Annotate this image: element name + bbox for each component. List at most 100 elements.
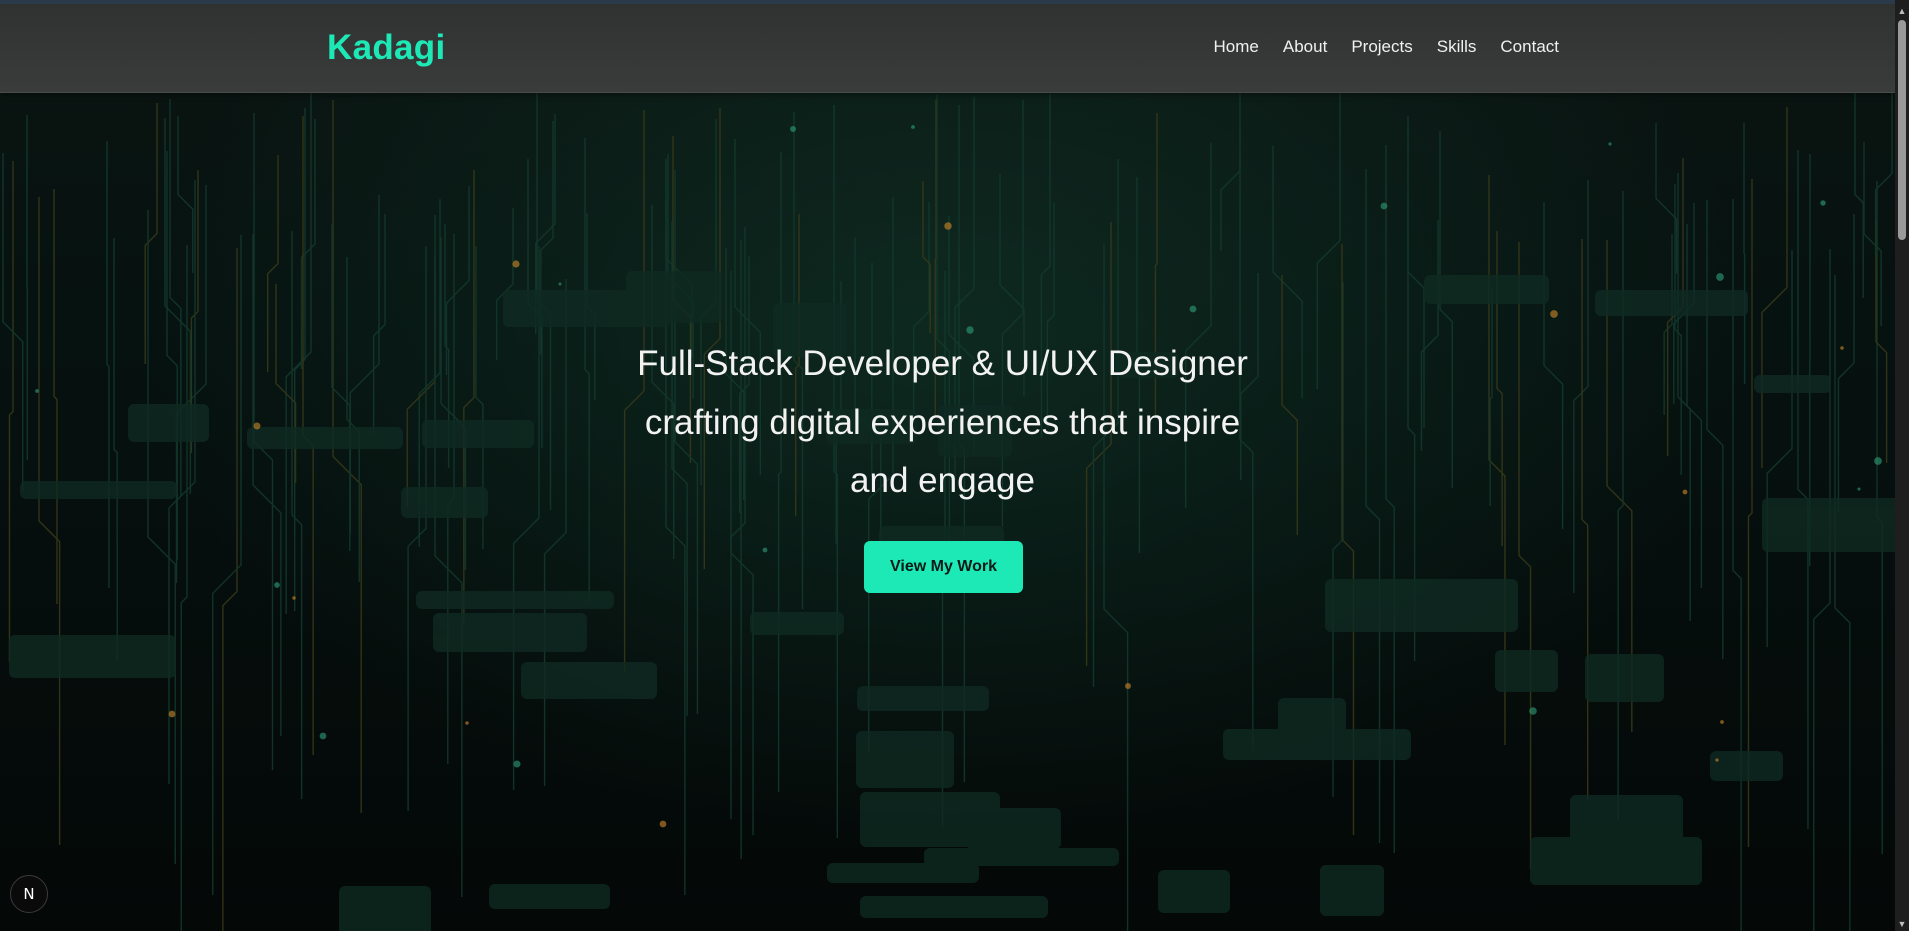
scroll-down-arrow-icon[interactable]: ▼ [1895, 917, 1909, 931]
circuit-trace [495, 208, 514, 360]
circuit-trace [407, 246, 427, 811]
navbar: Kadagi Home About Projects Skills Contac… [0, 4, 1895, 93]
circuit-chip [1710, 751, 1783, 781]
circuit-light [1857, 487, 1861, 491]
nav-link-home[interactable]: Home [1214, 37, 1259, 57]
page-viewport: Kadagi Home About Projects Skills Contac… [0, 0, 1895, 931]
nav-link-projects[interactable]: Projects [1351, 37, 1412, 57]
circuit-chip [1325, 579, 1518, 632]
circuit-chip [9, 635, 176, 678]
circuit-trace [1761, 107, 1788, 468]
circuit-trace [222, 248, 238, 931]
circuit-trace [1874, 92, 1893, 255]
hero-headline: Full-Stack Developer & UI/UX Designer cr… [560, 335, 1325, 511]
circuit-trace [252, 234, 282, 736]
circuit-light [1874, 457, 1882, 465]
circuit-chip [416, 591, 614, 609]
circuit-light [35, 389, 39, 393]
circuit-trace [1439, 131, 1453, 488]
circuit-light [1380, 202, 1388, 210]
circuit-trace [1706, 200, 1724, 659]
circuit-chip [1424, 275, 1549, 304]
circuit-chip [1754, 375, 1831, 393]
circuit-chip [1530, 837, 1702, 885]
circuit-trace [1797, 150, 1809, 829]
nav-links: Home About Projects Skills Contact [1190, 37, 1559, 57]
circuit-chip [1585, 654, 1664, 702]
circuit-trace [1220, 91, 1241, 251]
hero-headline-line: crafting digital experiences that inspir… [644, 402, 1241, 442]
circuit-trace [147, 210, 176, 864]
nav-link-contact[interactable]: Contact [1500, 37, 1559, 57]
circuit-trace [177, 116, 194, 273]
circuit-light [1820, 200, 1826, 206]
circuit-light [253, 422, 261, 430]
circuit-chip [860, 896, 1048, 918]
circuit-light [1840, 346, 1844, 350]
hero-headline-line: and engage [850, 461, 1035, 500]
scrollbar-thumb[interactable] [1898, 20, 1906, 240]
window-top-border [0, 0, 1909, 4]
circuit-trace [1573, 180, 1589, 593]
nextjs-dev-badge[interactable]: N [10, 875, 48, 913]
circuit-light [1189, 305, 1197, 313]
circuit-light [274, 582, 280, 588]
circuit-trace [1837, 214, 1855, 512]
circuit-trace [349, 195, 380, 533]
circuit-chip [626, 271, 722, 323]
circuit-light [513, 760, 521, 768]
circuit-trace [1655, 123, 1678, 274]
circuit-trace [1581, 239, 1589, 800]
circuit-trace [1677, 173, 1691, 621]
circuit-trace [1743, 123, 1746, 384]
circuit-trace [285, 90, 312, 614]
circuit-chip [1223, 729, 1411, 760]
circuit-trace [1766, 250, 1793, 647]
circuit-light [944, 222, 952, 230]
circuit-light [1715, 758, 1719, 762]
circuit-chip [1320, 865, 1384, 916]
circuit-trace [106, 141, 110, 588]
scroll-up-arrow-icon[interactable]: ▲ [1895, 4, 1909, 18]
circuit-trace [346, 257, 360, 582]
circuit-trace [53, 189, 58, 604]
circuit-trace [8, 161, 14, 662]
circuit-chip [1595, 290, 1748, 316]
circuit-chip [856, 731, 954, 788]
circuit-light [966, 326, 974, 334]
nav-link-skills[interactable]: Skills [1437, 37, 1477, 57]
nav-link-about[interactable]: About [1283, 37, 1327, 57]
circuit-chip [750, 612, 844, 635]
view-my-work-button[interactable]: View My Work [864, 541, 1023, 593]
circuit-trace [1863, 142, 1882, 326]
circuit-trace [1489, 288, 1493, 506]
circuit-trace [665, 160, 693, 357]
brand-logo[interactable]: Kadagi [327, 28, 446, 68]
circuit-trace [332, 100, 362, 813]
circuit-trace [1543, 202, 1564, 529]
circuit-chip [433, 613, 587, 652]
circuit-trace [1854, 91, 1864, 298]
circuit-light [168, 710, 176, 718]
circuit-chip [401, 487, 488, 518]
circuit-chip [20, 481, 177, 499]
circuit-light [911, 125, 915, 129]
vertical-scrollbar[interactable]: ▲ ▼ [1895, 0, 1909, 931]
circuit-chip [128, 404, 209, 442]
circuit-chip [1762, 498, 1895, 552]
circuit-trace [445, 186, 470, 375]
hero-headline-line: Full-Stack Developer & UI/UX Designer [637, 344, 1248, 383]
circuit-trace [1617, 191, 1624, 820]
circuit-trace [291, 231, 303, 799]
circuit-chip [857, 686, 989, 711]
circuit-chip [1495, 650, 1558, 692]
circuit-light [292, 596, 296, 600]
circuit-trace [144, 103, 158, 364]
circuit-light [1608, 142, 1612, 146]
circuit-chip [339, 886, 431, 931]
circuit-light [1716, 273, 1724, 281]
circuit-chip [422, 420, 534, 448]
circuit-trace [1747, 179, 1753, 847]
circuit-light [659, 820, 667, 828]
circuit-light [1550, 310, 1558, 318]
